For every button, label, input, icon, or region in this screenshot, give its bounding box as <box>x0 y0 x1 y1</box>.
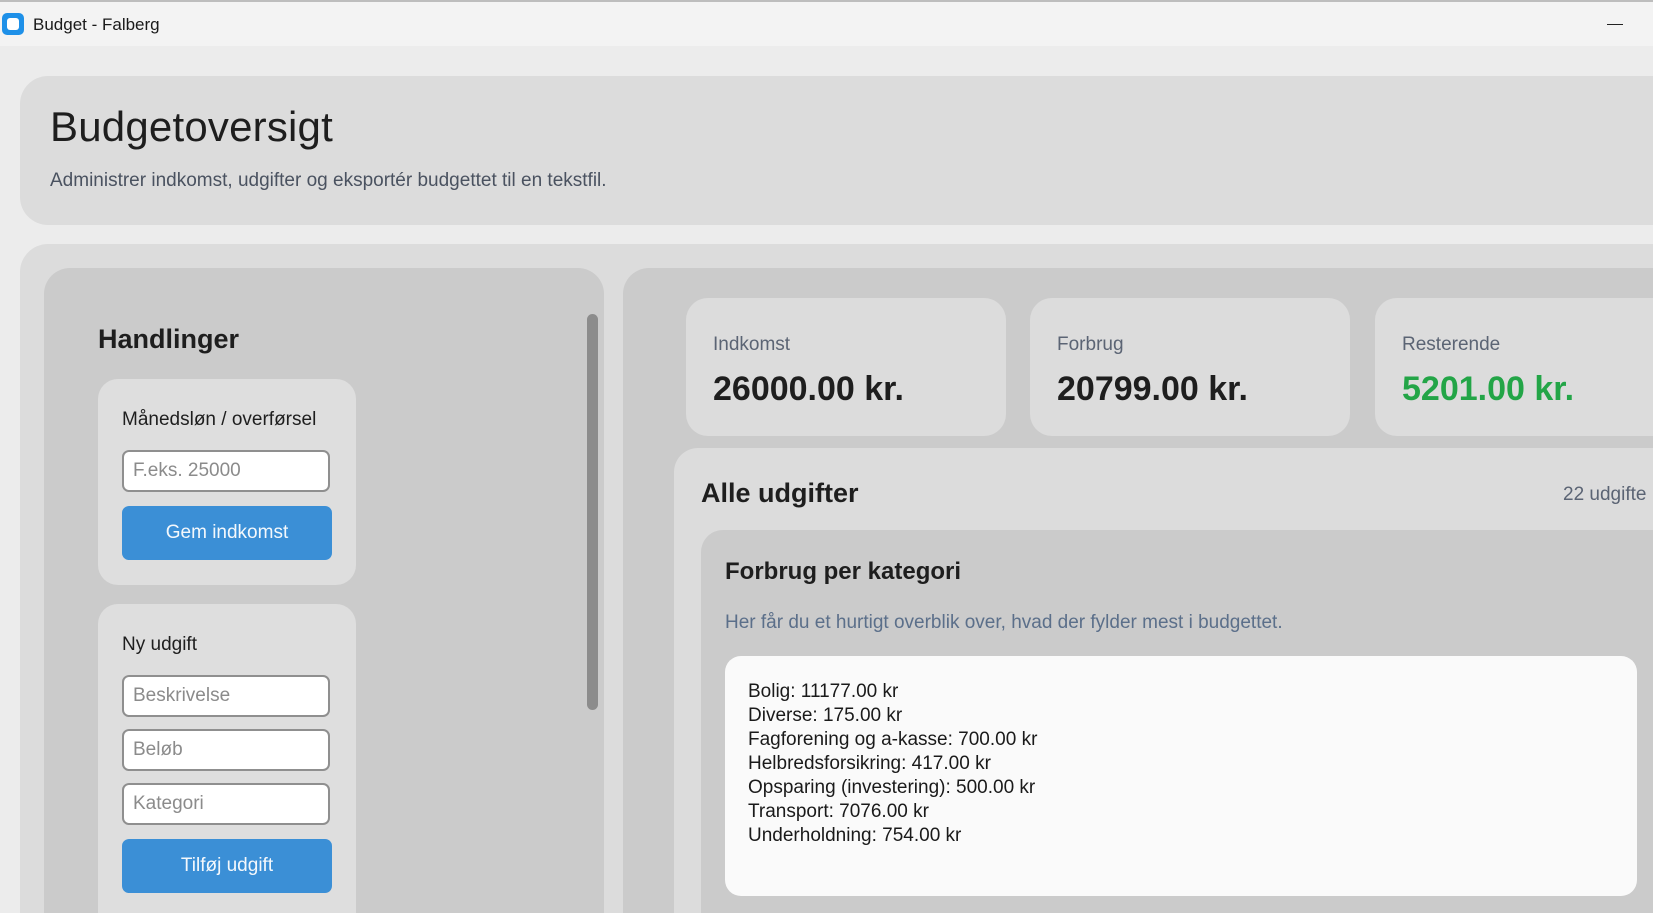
expenses-title: Alle udgifter <box>701 478 859 508</box>
category-description: Her får du et hurtigt overblik over, hva… <box>725 612 1283 633</box>
category-item-bolig: Bolig: 11177.00 kr <box>748 681 899 702</box>
expenses-count: 22 udgifte <box>1563 484 1647 505</box>
save-income-button[interactable]: Gem indkomst <box>122 506 332 560</box>
add-expense-button[interactable]: Tilføj udgift <box>122 839 332 893</box>
app-icon <box>2 13 24 35</box>
income-label: Månedsløn / overførsel <box>122 409 317 430</box>
category-list: Bolig: 11177.00 kr Diverse: 175.00 kr Fa… <box>748 680 1037 848</box>
spending-stat-card: Forbrug 20799.00 kr. <box>1030 298 1350 436</box>
expense-description-input[interactable] <box>122 675 330 717</box>
category-item-transport: Transport: 7076.00 kr <box>748 801 929 822</box>
income-input[interactable] <box>122 450 330 492</box>
spending-stat-value: 20799.00 kr. <box>1057 370 1248 408</box>
category-item-diverse: Diverse: 175.00 kr <box>748 705 903 726</box>
spending-stat-label: Forbrug <box>1057 334 1124 355</box>
actions-scrollbar[interactable] <box>587 314 598 710</box>
expense-form: Ny udgift Tilføj udgift <box>98 604 356 913</box>
app-window: Budget - Falberg Budgetoversigt Administ… <box>0 0 1653 913</box>
expense-label: Ny udgift <box>122 634 197 655</box>
category-item-helbredsforsikring: Helbredsforsikring: 417.00 kr <box>748 753 991 774</box>
income-stat-label: Indkomst <box>713 334 791 355</box>
page-subtitle: Administrer indkomst, udgifter og ekspor… <box>50 170 607 191</box>
income-stat-card: Indkomst 26000.00 kr. <box>686 298 1006 436</box>
remaining-stat-value: 5201.00 kr. <box>1402 370 1575 408</box>
income-stat-value: 26000.00 kr. <box>713 370 904 408</box>
category-item-underholdning: Underholdning: 754.00 kr <box>748 825 962 846</box>
category-item-fagforening: Fagforening og a-kasse: 700.00 kr <box>748 729 1038 750</box>
category-title: Forbrug per kategori <box>725 558 962 585</box>
minimize-icon[interactable] <box>1595 11 1635 37</box>
actions-title: Handlinger <box>98 324 240 354</box>
remaining-stat-card: Resterende 5201.00 kr. <box>1375 298 1653 436</box>
category-item-opsparing: Opsparing (investering): 500.00 kr <box>748 777 1036 798</box>
remaining-stat-label: Resterende <box>1402 334 1501 355</box>
income-form: Månedsløn / overførsel Gem indkomst <box>98 379 356 585</box>
expense-amount-input[interactable] <box>122 729 330 771</box>
window-title: Budget - Falberg <box>33 15 160 34</box>
title-bar: Budget - Falberg <box>0 0 1653 46</box>
expense-category-input[interactable] <box>122 783 330 825</box>
page-title: Budgetoversigt <box>50 103 333 150</box>
